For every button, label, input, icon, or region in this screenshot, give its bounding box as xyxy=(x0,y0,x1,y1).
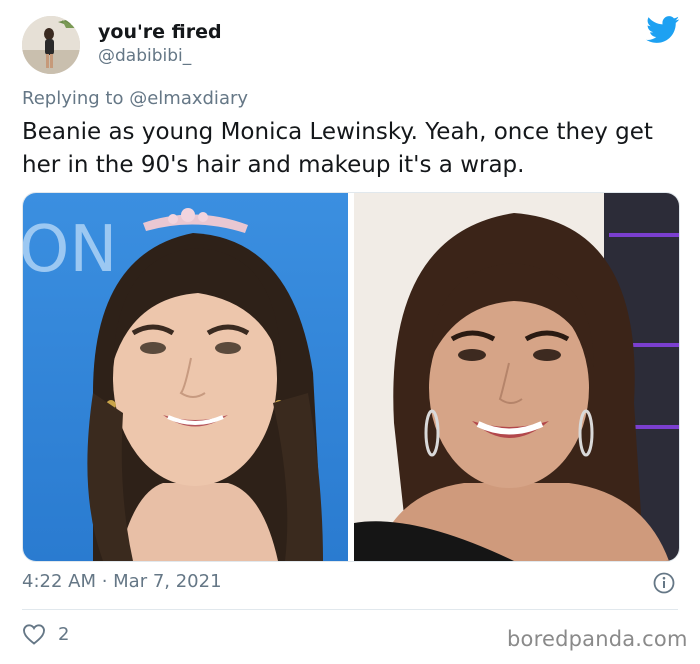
tweet-text: Beanie as young Monica Lewinsky. Yeah, o… xyxy=(22,119,653,178)
avatar[interactable] xyxy=(22,16,80,74)
tweet-timestamp[interactable]: 4:22 AM · Mar 7, 2021 xyxy=(22,571,222,592)
twitter-bird-icon[interactable] xyxy=(646,16,680,44)
watermark: boredpanda.com xyxy=(507,627,688,651)
reply-prefix: Replying to xyxy=(22,88,124,109)
photo-right-image xyxy=(354,193,679,561)
tweet-media[interactable]: ON xyxy=(22,192,680,562)
photo-left-image: ON xyxy=(23,193,348,561)
photo-right[interactable] xyxy=(354,193,679,561)
divider xyxy=(22,609,678,610)
backdrop-text: ON xyxy=(23,213,117,287)
reply-mention-link[interactable]: @elmaxdiary xyxy=(129,88,248,109)
handle[interactable]: @dabibibi_ xyxy=(98,46,191,66)
photo-left[interactable]: ON xyxy=(23,193,348,561)
info-icon[interactable] xyxy=(653,572,675,594)
reply-context: Replying to @elmaxdiary xyxy=(22,88,248,109)
display-name[interactable]: you're fired xyxy=(98,21,222,43)
avatar-image xyxy=(22,16,80,74)
heart-icon[interactable] xyxy=(22,623,46,645)
like-count: 2 xyxy=(58,624,70,645)
